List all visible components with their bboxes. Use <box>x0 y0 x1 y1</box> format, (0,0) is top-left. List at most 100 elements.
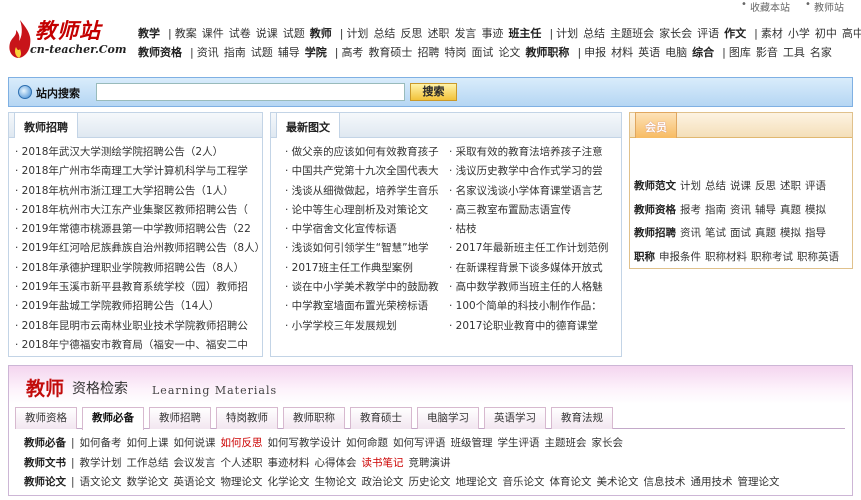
learning-link[interactable]: 化学论文 <box>268 476 310 488</box>
nav-link[interactable]: 计划 <box>556 25 578 41</box>
list-item[interactable]: · 高中数学教师当班主任的人格魅 <box>449 278 611 297</box>
learning-row-heading[interactable]: 教师论文 <box>24 476 66 488</box>
nav-link[interactable]: 评语 <box>697 25 719 41</box>
nav-link[interactable]: 教师资格 <box>138 44 182 60</box>
member-link[interactable]: 述职 <box>780 180 801 192</box>
list-item[interactable]: · 2018年承德护理职业学院教师招聘公告（8人） <box>15 259 258 278</box>
member-link[interactable]: 指南 <box>705 204 726 216</box>
panel-title[interactable]: 会员 <box>635 112 677 138</box>
nav-link[interactable]: 述职 <box>427 25 449 41</box>
nav-link[interactable]: 主题班会 <box>610 25 654 41</box>
list-item[interactable]: · 2017班主任工作典型案例 <box>285 259 447 278</box>
tab-learning[interactable]: 教师必备 <box>82 407 144 430</box>
nav-link[interactable]: 课件 <box>202 25 224 41</box>
learning-link[interactable]: 通用技术 <box>691 476 733 488</box>
list-item[interactable]: · 浅谈如何引领学生“智慧”地学 <box>285 239 447 258</box>
list-item[interactable]: · 采取有效的教育法培养孩子注意 <box>449 143 611 162</box>
list-item[interactable]: · 2018年广州市华南理工大学计算机科学与工程学 <box>15 162 258 181</box>
member-link[interactable]: 资讯 <box>730 204 751 216</box>
learning-link[interactable]: 管理论文 <box>738 476 780 488</box>
learning-link[interactable]: 政治论文 <box>362 476 404 488</box>
list-item[interactable]: · 2019年常德市桃源县第一中学教师招聘公告（22 <box>15 220 258 239</box>
learning-link[interactable]: 数学论文 <box>127 476 169 488</box>
nav-link[interactable]: 试题 <box>251 44 273 60</box>
tab-learning[interactable]: 教师资格 <box>15 407 77 429</box>
learning-link[interactable]: 如何写教学设计 <box>268 437 342 449</box>
nav-link[interactable]: 试题 <box>283 25 305 41</box>
nav-link[interactable]: 英语 <box>638 44 660 60</box>
learning-link[interactable]: 体育论文 <box>550 476 592 488</box>
nav-link[interactable]: 资讯 <box>197 44 219 60</box>
nav-link[interactable]: 学院 <box>305 44 327 60</box>
nav-link[interactable]: 试卷 <box>229 25 251 41</box>
list-item[interactable]: · 2018年宁德福安市教育局（福安一中、福安二中 <box>15 336 258 355</box>
nav-link[interactable]: 作文 <box>724 25 746 41</box>
member-link[interactable]: 职称英语 <box>797 251 839 263</box>
nav-link[interactable]: 综合 <box>692 44 714 60</box>
nav-link[interactable]: 计划 <box>346 25 368 41</box>
learning-link[interactable]: 音乐论文 <box>503 476 545 488</box>
list-item[interactable]: · 2018年杭州市浙江理工大学招聘公告（1人） <box>15 182 258 201</box>
search-input[interactable] <box>96 83 405 101</box>
learning-row-heading[interactable]: 教师必备 <box>24 437 66 449</box>
member-row-heading[interactable]: 教师范文 <box>634 180 676 192</box>
member-link[interactable]: 辅导 <box>755 204 776 216</box>
member-link[interactable]: 职称考试 <box>751 251 793 263</box>
learning-link[interactable]: 历史论文 <box>409 476 451 488</box>
member-link[interactable]: 模拟 <box>780 227 801 239</box>
learning-link[interactable]: 信息技术 <box>644 476 686 488</box>
learning-link[interactable]: 英语论文 <box>174 476 216 488</box>
member-link[interactable]: 真题 <box>780 204 801 216</box>
member-link[interactable]: 评语 <box>805 180 826 192</box>
learning-link[interactable]: 会议发言 <box>174 457 216 469</box>
list-item[interactable]: · 2018年武汉大学测绘学院招聘公告（2人） <box>15 143 258 162</box>
learning-link[interactable]: 竞聘演讲 <box>409 457 451 469</box>
list-item[interactable]: · 枯枝 <box>449 220 611 239</box>
member-link[interactable]: 计划 <box>680 180 701 192</box>
list-item[interactable]: · 做父亲的应该如何有效教育孩子 <box>285 143 447 162</box>
member-link[interactable]: 真题 <box>755 227 776 239</box>
learning-link[interactable]: 美术论文 <box>597 476 639 488</box>
nav-link[interactable]: 面试 <box>471 44 493 60</box>
nav-link[interactable]: 特岗 <box>444 44 466 60</box>
learning-link[interactable]: 如何反思 <box>221 437 263 449</box>
nav-link[interactable]: 影音 <box>756 44 778 60</box>
nav-link[interactable]: 素材 <box>761 25 783 41</box>
nav-link[interactable]: 工具 <box>783 44 805 60</box>
nav-link[interactable]: 教案 <box>175 25 197 41</box>
list-item[interactable]: · 高三教室布置励志语宣传 <box>449 201 611 220</box>
nav-link[interactable]: 招聘 <box>417 44 439 60</box>
member-link[interactable]: 反思 <box>755 180 776 192</box>
learning-link[interactable]: 生物论文 <box>315 476 357 488</box>
list-item[interactable]: · 2019年盐城工学院教师招聘公告（14人） <box>15 297 258 316</box>
learning-link[interactable]: 主题班会 <box>545 437 587 449</box>
list-item[interactable]: · 2019年玉溪市新平县教育系统学校（园）教师招 <box>15 278 258 297</box>
nav-link[interactable]: 家长会 <box>659 25 692 41</box>
learning-link[interactable]: 学生评语 <box>498 437 540 449</box>
nav-link[interactable]: 电脑 <box>665 44 687 60</box>
nav-link[interactable]: 说课 <box>256 25 278 41</box>
nav-link[interactable]: 发言 <box>454 25 476 41</box>
list-item[interactable]: · 谈在中小学美术教学中的鼓励教 <box>285 278 447 297</box>
nav-link[interactable]: 总结 <box>583 25 605 41</box>
member-link[interactable]: 面试 <box>730 227 751 239</box>
list-item[interactable]: · 2017论职业教育中的德育课堂 <box>449 317 611 336</box>
learning-link[interactable]: 如何命题 <box>346 437 388 449</box>
learning-link[interactable]: 如何备考 <box>80 437 122 449</box>
learning-link[interactable]: 家长会 <box>592 437 624 449</box>
nav-link[interactable]: 图库 <box>729 44 751 60</box>
nav-link[interactable]: 高考 <box>341 44 363 60</box>
list-item[interactable]: · 2018年杭州市大江东产业集聚区教师招聘公告（ <box>15 201 258 220</box>
panel-title[interactable]: 最新图文 <box>276 112 340 138</box>
tab-learning[interactable]: 教育法规 <box>551 407 613 429</box>
member-link[interactable]: 笔试 <box>705 227 726 239</box>
tab-learning[interactable]: 教育硕士 <box>350 407 412 429</box>
member-link[interactable]: 报考 <box>680 204 701 216</box>
member-link[interactable]: 资讯 <box>680 227 701 239</box>
tab-learning[interactable]: 教师职称 <box>283 407 345 429</box>
member-link[interactable]: 职称材料 <box>705 251 747 263</box>
nav-link[interactable]: 总结 <box>373 25 395 41</box>
learning-link[interactable]: 心得体会 <box>315 457 357 469</box>
tab-learning[interactable]: 教师招聘 <box>149 407 211 429</box>
learning-link[interactable]: 如何上课 <box>127 437 169 449</box>
